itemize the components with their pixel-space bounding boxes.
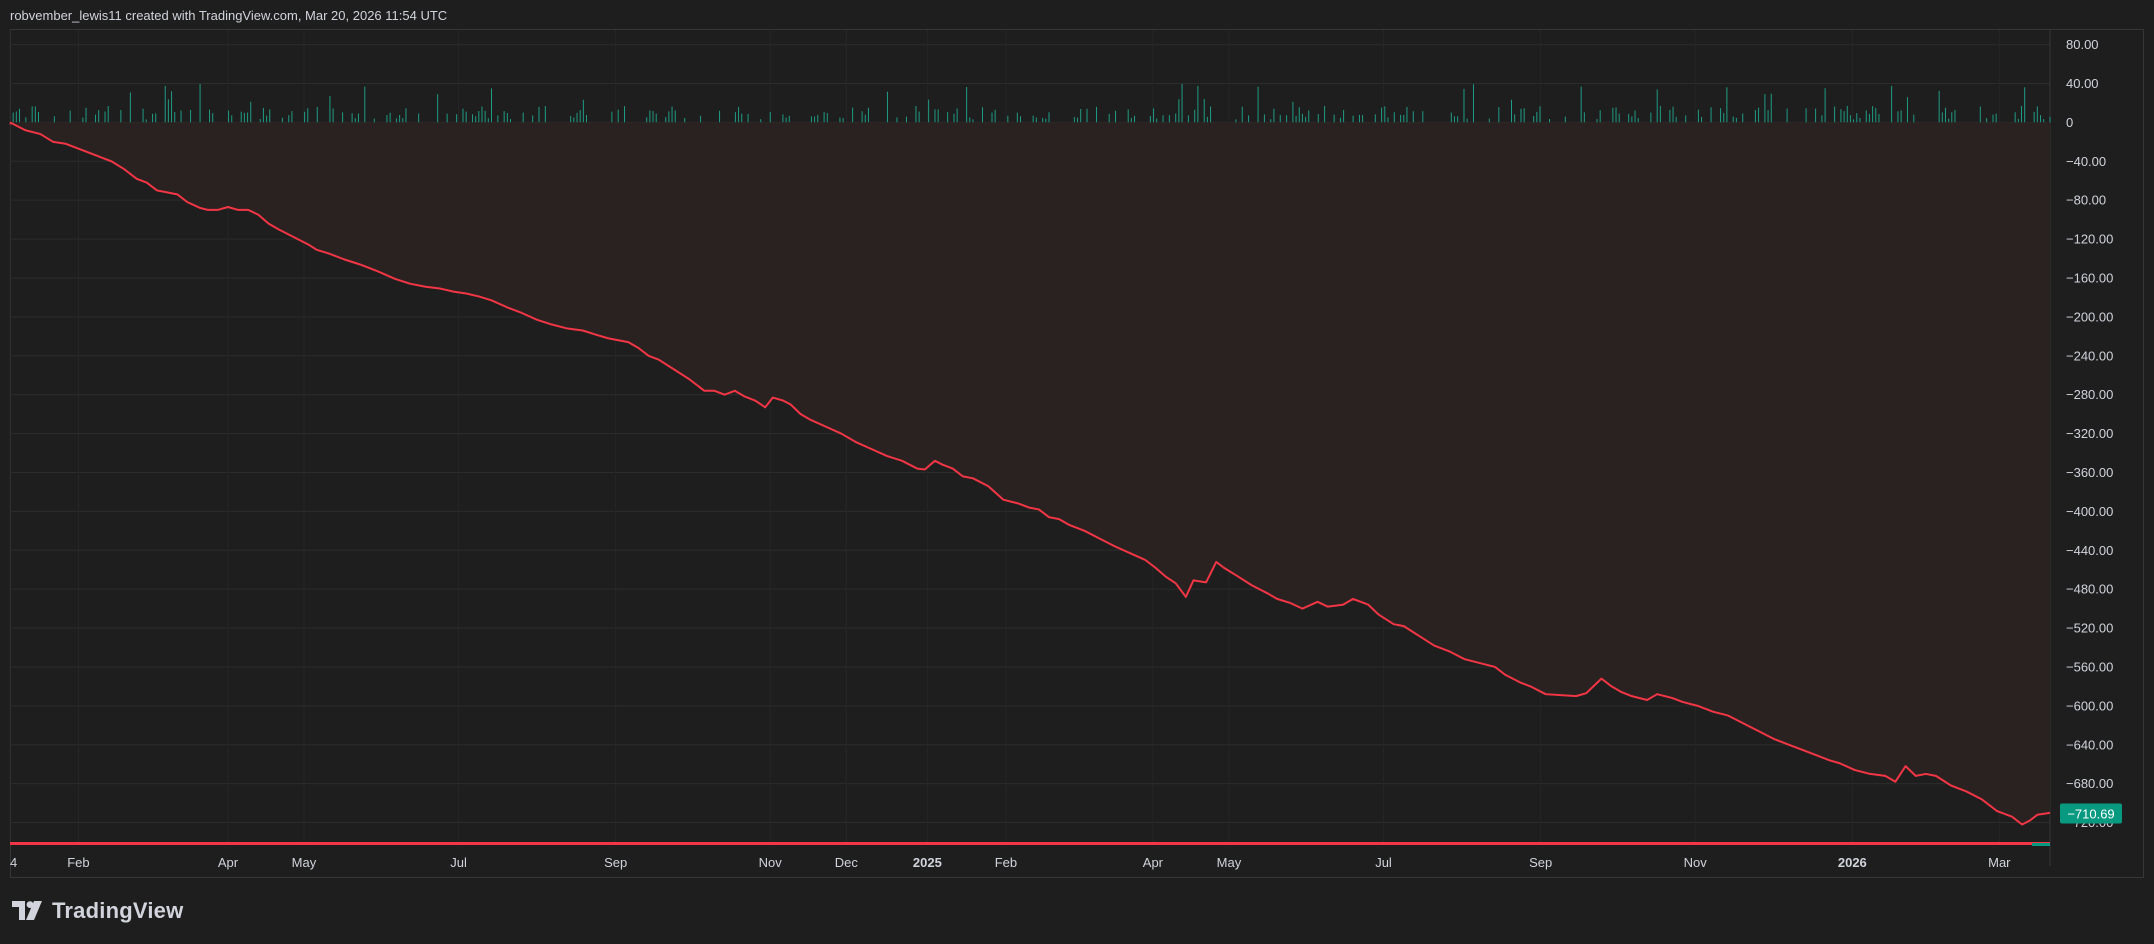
y-tick-label: −400.00: [2066, 504, 2113, 519]
series-area: [10, 122, 2050, 825]
x-tick-label: Feb: [67, 855, 89, 870]
tradingview-brand[interactable]: TradingView: [12, 898, 183, 924]
x-tick-label: Apr: [218, 855, 239, 870]
y-tick-label: −200.00: [2066, 309, 2113, 324]
y-tick-label: −440.00: [2066, 543, 2113, 558]
pnl-line-chart[interactable]: 80.00 40.00 0 −40.00 −80.00 −120.00 −160.00 −20…: [0, 0, 2154, 944]
y-tick-label: 80.00: [2066, 37, 2099, 52]
x-tick-label: Sep: [604, 855, 627, 870]
y-tick-label: −240.00: [2066, 348, 2113, 363]
y-tick-label: −600.00: [2066, 698, 2113, 713]
x-tick-label: Feb: [995, 855, 1017, 870]
y-tick-label: −560.00: [2066, 659, 2113, 674]
x-tick-label: May: [1217, 855, 1242, 870]
x-tick-label: Sep: [1529, 855, 1552, 870]
y-tick-label: −320.00: [2066, 426, 2113, 441]
tradingview-brand-label: TradingView: [52, 898, 184, 923]
y-tick-label: 0: [2066, 115, 2073, 130]
x-tick-label: 2026: [1838, 855, 1867, 870]
last-value-badge: −710.69: [2060, 803, 2122, 824]
y-tick-label: −160.00: [2066, 270, 2113, 285]
bottom-baseline-band: [10, 842, 2050, 845]
y-tick-label: −40.00: [2066, 154, 2106, 169]
y-tick-label: −480.00: [2066, 582, 2113, 597]
y-tick-label: −80.00: [2066, 193, 2106, 208]
x-tick-label: Mar: [1988, 855, 2011, 870]
x-tick-label: May: [292, 855, 317, 870]
y-tick-label: −680.00: [2066, 776, 2113, 791]
x-tick-label: Jul: [450, 855, 467, 870]
x-tick-label: Dec: [835, 855, 859, 870]
y-tick-label: −640.00: [2066, 737, 2113, 752]
y-tick-label: −360.00: [2066, 465, 2113, 480]
bottom-baseline-marker: [2032, 843, 2050, 846]
x-tick-label: 2025: [913, 855, 942, 870]
y-axis: 80.00 40.00 0 −40.00 −80.00 −120.00 −160.00 −20…: [2066, 37, 2113, 830]
last-value-badge-text: −710.69: [2067, 806, 2114, 821]
x-tick-label: Nov: [759, 855, 783, 870]
x-tick-label: Jul: [1375, 855, 1392, 870]
y-tick-label: −280.00: [2066, 387, 2113, 402]
y-tick-label: −520.00: [2066, 621, 2113, 636]
x-axis: 4 Feb Apr May Jul Sep Nov Dec 2025 Feb Apr May Jul Se…: [10, 855, 2011, 870]
tradingview-logo-icon: [12, 901, 42, 920]
y-tick-label: −120.00: [2066, 232, 2113, 247]
x-tick-label: 4: [10, 855, 17, 870]
y-tick-label: 40.00: [2066, 76, 2099, 91]
area-fill: [10, 122, 2050, 825]
x-tick-label: Nov: [1684, 855, 1708, 870]
x-tick-label: Apr: [1143, 855, 1164, 870]
